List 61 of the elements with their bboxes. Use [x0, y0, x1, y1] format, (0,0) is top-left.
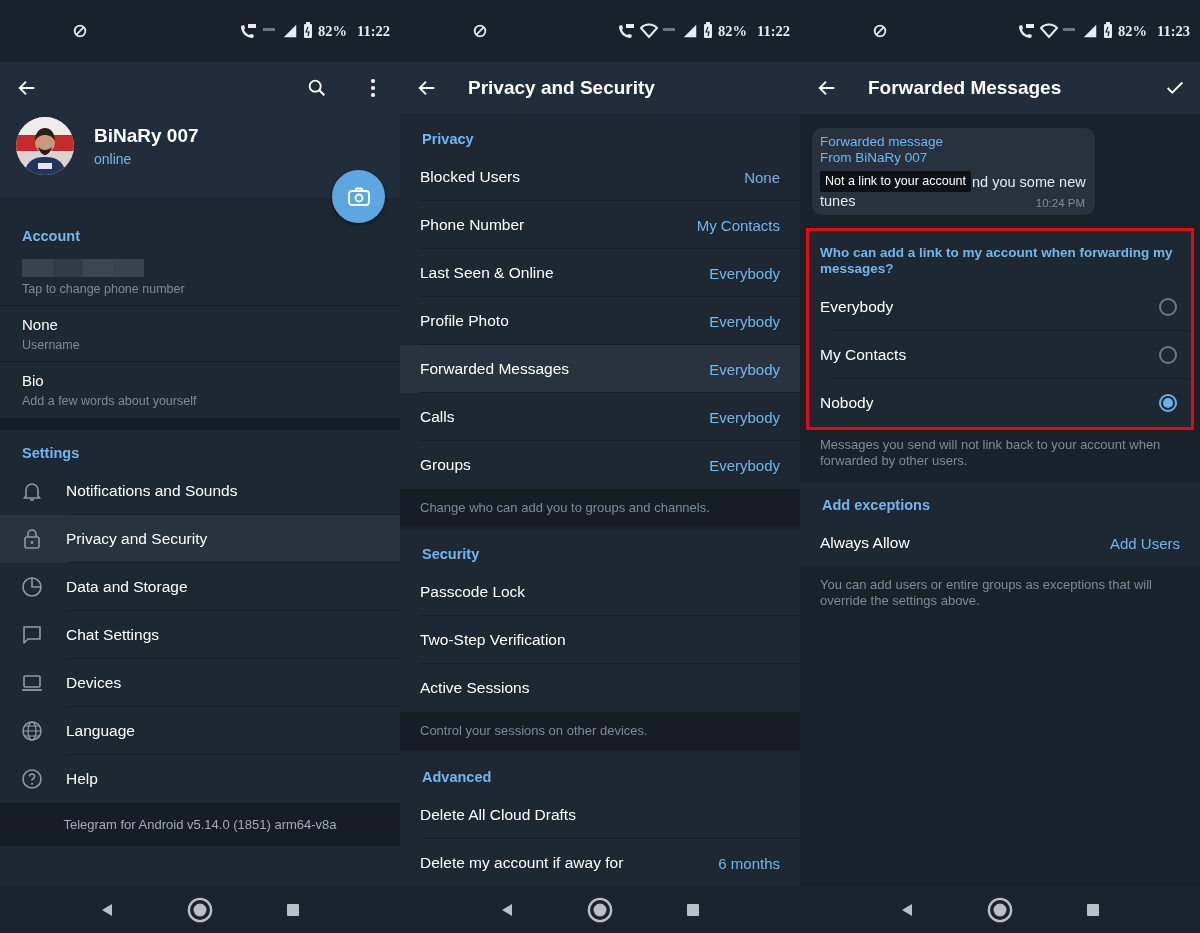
- sender-name: From BiNaRy 007: [820, 150, 929, 166]
- home-button[interactable]: [587, 897, 613, 923]
- screen-title: Forwarded Messages: [868, 77, 1063, 99]
- radio-button[interactable]: [1159, 298, 1177, 316]
- data-saver-icon: [872, 23, 888, 39]
- section-header: Add exceptions: [822, 497, 930, 515]
- settings-item[interactable]: Privacy and Security: [0, 515, 400, 563]
- section-header: Privacy: [422, 131, 474, 149]
- forwarded-label: Forwarded message: [820, 134, 945, 150]
- square-icon: [1085, 902, 1102, 918]
- section-header: Who can add a link to my account when forwarding my messages?: [819, 244, 1174, 278]
- home-circle-icon: [987, 896, 1013, 924]
- battery-icon: [301, 22, 314, 40]
- section-note: You can add users or entire groups as exceptions that will override the settings above.: [820, 577, 1153, 609]
- more-vertical-icon: [371, 79, 375, 97]
- section-header: Advanced: [422, 769, 492, 787]
- online-status: online: [94, 151, 133, 167]
- data-saver-icon: [472, 23, 488, 39]
- globe-icon: [20, 719, 44, 743]
- square-icon: [685, 902, 702, 918]
- clock-time: 11:22: [356, 22, 390, 40]
- screen-title: Privacy and Security: [468, 77, 656, 99]
- search-icon: [306, 77, 328, 99]
- wifi-icon: [1039, 23, 1058, 39]
- clock-time: 11:22: [756, 22, 790, 40]
- privacy-row[interactable]: Forwarded Messages Everybody: [400, 345, 800, 393]
- square-icon: [285, 902, 302, 918]
- battery-percentage: 82%: [717, 22, 747, 40]
- account-row[interactable]: Bio Add a few words about yourself: [0, 362, 400, 418]
- battery-percentage: 82%: [317, 22, 347, 40]
- version-text: Telegram for Android v5.14.0 (1851) arm64-v8a: [63, 817, 337, 832]
- section-note: Messages you send will not link back to your account when forwarded by other users.: [820, 437, 1162, 469]
- section-header: Settings: [22, 445, 80, 463]
- section-note: Control your sessions on other devices.: [420, 723, 648, 739]
- profile-name: BiNaRy 007: [94, 125, 199, 147]
- chat-bubble-icon: [20, 623, 44, 647]
- battery-percentage: 82%: [1117, 22, 1147, 40]
- clock-time: 11:23: [1156, 22, 1190, 40]
- home-circle-icon: [587, 896, 613, 924]
- battery-icon: [1101, 22, 1114, 40]
- section-header: Security: [422, 546, 480, 564]
- signal-icon: [1081, 23, 1098, 39]
- wifi-icon: [639, 23, 658, 39]
- section-note: Change who can add you to groups and channels.: [420, 500, 710, 516]
- message-time: 10:24 PM: [1035, 197, 1085, 209]
- account-row[interactable]: Tap to change phone number: [0, 250, 400, 306]
- signal-icon: [281, 23, 298, 39]
- home-button[interactable]: [187, 897, 213, 923]
- radio-button[interactable]: [1159, 394, 1177, 412]
- pie-chart-icon: [20, 575, 44, 599]
- home-circle-icon: [187, 896, 213, 924]
- message-text: nd you some new: [972, 173, 1086, 190]
- help-icon: [20, 767, 44, 791]
- section-header: Account: [22, 228, 80, 246]
- signal-icon: [681, 23, 698, 39]
- message-text: tunes: [820, 193, 856, 209]
- battery-icon: [701, 22, 714, 40]
- tooltip: Not a link to your account: [820, 171, 972, 192]
- home-button[interactable]: [987, 897, 1013, 923]
- radio-button[interactable]: [1159, 346, 1177, 364]
- data-saver-icon: [72, 23, 88, 39]
